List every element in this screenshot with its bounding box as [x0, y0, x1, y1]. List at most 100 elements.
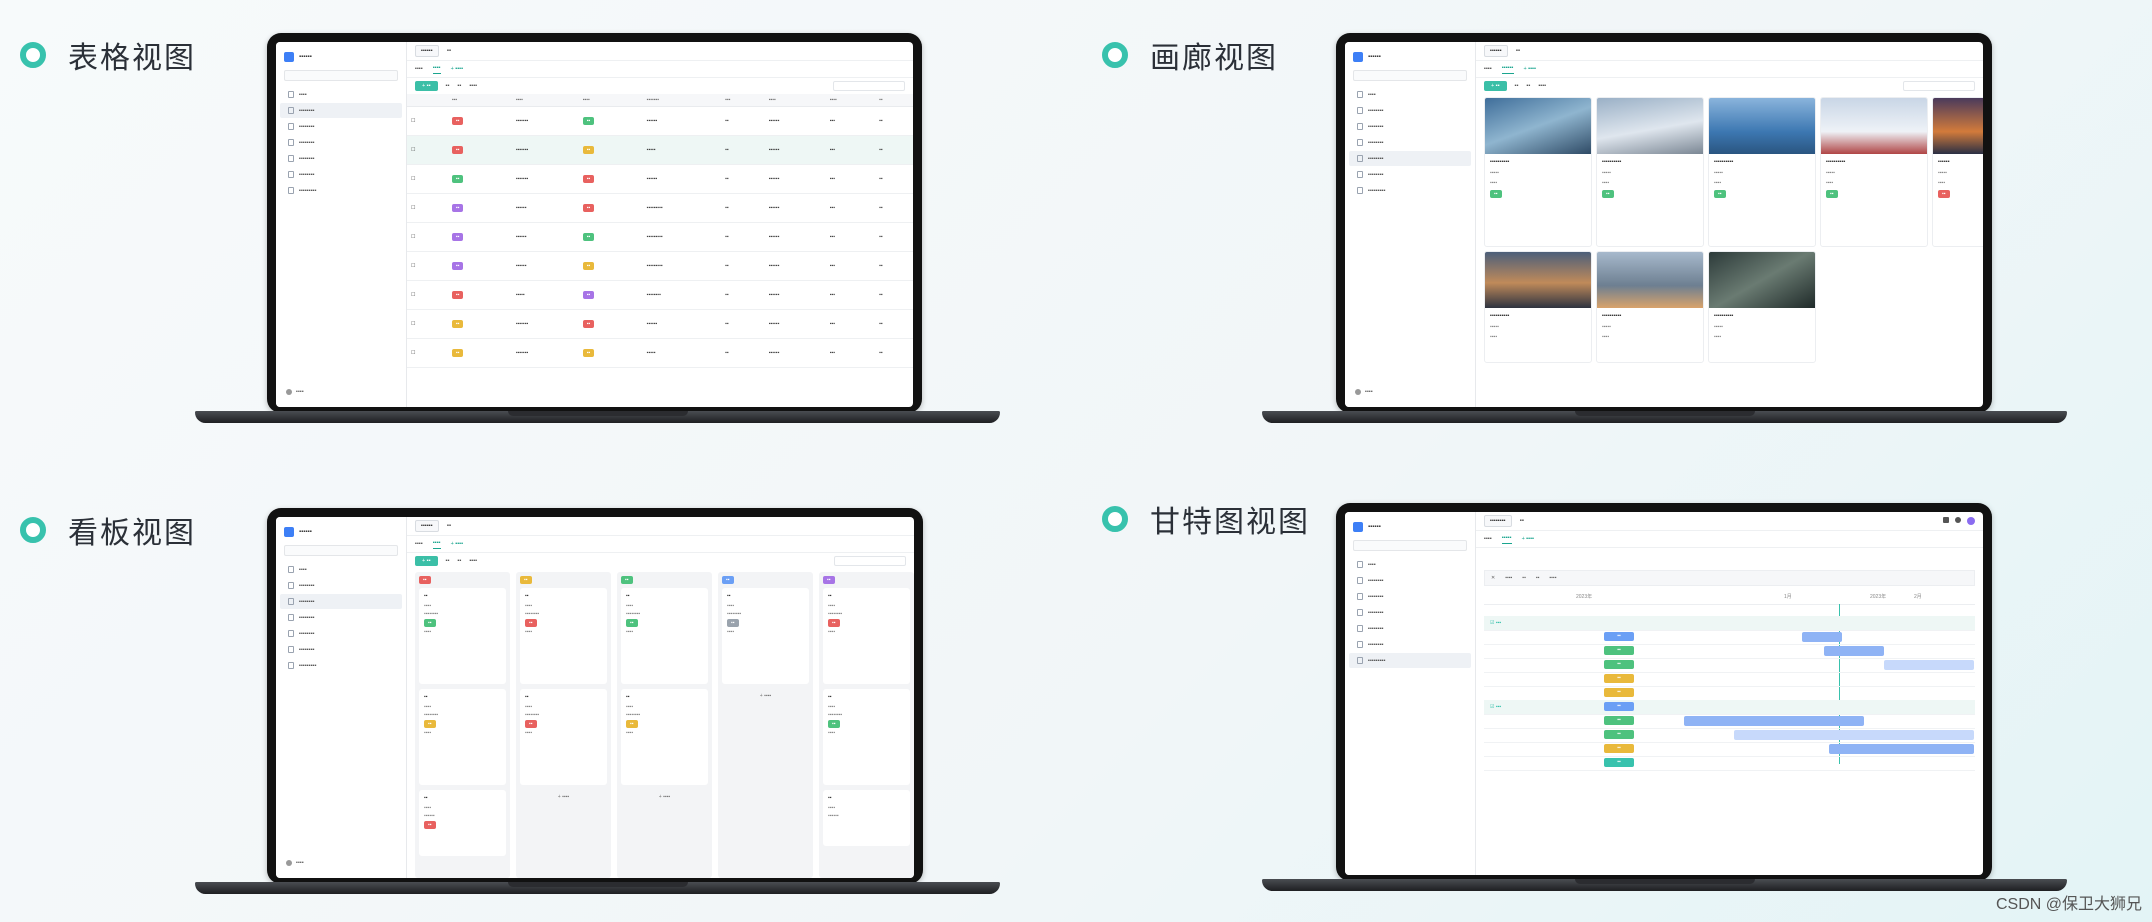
sidebar-item[interactable]: ▪▪▪▪▪▪▪▪ [1349, 167, 1471, 182]
share-button[interactable]: ▪▪ [447, 48, 451, 54]
group-button[interactable]: ▪▪▪▪ [469, 83, 477, 89]
close-icon[interactable]: ✕ [1491, 575, 1495, 581]
gantt-row[interactable]: ▪▪ [1484, 658, 1975, 673]
gantt-row[interactable]: ▪▪ [1484, 686, 1975, 701]
add-view-tab[interactable]: + ▪▪▪▪ [451, 541, 464, 547]
sidebar-footer[interactable]: ▪▪▪▪ [286, 860, 304, 866]
table-row[interactable]: ☐▪▪▪▪▪▪▪▪▪▪▪▪▪▪▪▪▪▪▪▪▪▪▪▪▪▪▪▪▪▪ [407, 164, 913, 194]
sidebar-item[interactable]: ▪▪▪▪▪▪▪▪ [1349, 103, 1471, 118]
sidebar-item[interactable]: ▪▪▪▪▪▪▪▪ [1349, 605, 1471, 620]
kanban-card[interactable]: ▪▪ ▪▪▪▪ ▪▪▪▪▪▪▪▪ ▪▪ ▪▪▪▪ [419, 689, 506, 785]
view-switcher[interactable]: ▪▪▪▪▪▪ [1484, 45, 1508, 57]
gantt-row[interactable]: ▪▪ [1484, 672, 1975, 687]
tab-active[interactable]: ▪▪▪▪ [432, 540, 441, 549]
sidebar-footer[interactable]: ▪▪▪▪ [1355, 389, 1373, 395]
sidebar-search-input[interactable] [284, 545, 398, 556]
add-view-tab[interactable]: + ▪▪▪▪ [451, 66, 464, 72]
sidebar-search-input[interactable] [1353, 70, 1467, 81]
kanban-card[interactable]: ▪▪ ▪▪▪▪ ▪▪▪▪▪▪▪▪ ▪▪ ▪▪▪▪ [823, 689, 910, 785]
sidebar-item[interactable]: ▪▪▪▪ [1349, 87, 1471, 102]
sidebar-item[interactable]: ▪▪▪▪▪▪▪▪ [280, 151, 402, 166]
add-view-tab[interactable]: + ▪▪▪▪ [1524, 66, 1537, 72]
sidebar-item[interactable]: ▪▪▪▪▪▪▪▪ [280, 626, 402, 641]
sidebar-item[interactable]: ▪▪▪▪▪▪▪▪ [280, 594, 402, 609]
sidebar-item[interactable]: ▪▪▪▪▪▪▪▪ [1349, 589, 1471, 604]
gallery-card[interactable]: ▪▪▪▪▪▪▪▪▪▪ ▪▪▪▪▪ ▪▪▪▪ ▪▪ [1596, 97, 1704, 247]
table-row[interactable]: ☐ ▪▪ ▪▪▪▪▪▪▪ ▪▪ ▪▪▪▪▪ ▪▪ ▪▪▪▪▪▪ ▪▪▪ ▪▪ [407, 135, 913, 165]
kanban-card[interactable]: ▪▪ ▪▪▪▪ ▪▪▪▪▪▪ [823, 790, 910, 846]
tab[interactable]: ▪▪▪▪ [415, 66, 423, 72]
kanban-card[interactable]: ▪▪ ▪▪▪▪ ▪▪▪▪▪▪▪▪ ▪▪ ▪▪▪▪ [823, 588, 910, 684]
gantt-row[interactable]: ▪▪ [1484, 714, 1975, 729]
filter-button[interactable]: ▪▪ [446, 558, 450, 564]
sidebar-search-input[interactable] [284, 70, 398, 81]
gallery-card[interactable]: ▪▪▪▪▪▪▪▪▪▪ ▪▪▪▪▪ ▪▪▪▪ ▪▪ [1708, 97, 1816, 247]
help-icon[interactable] [1955, 517, 1961, 523]
group-button[interactable]: ▪▪▪▪ [1538, 83, 1546, 89]
sidebar-item[interactable]: ▪▪▪▪▪▪▪▪ [280, 119, 402, 134]
table-row[interactable]: ☐▪▪▪▪▪▪▪▪▪▪▪▪▪▪▪▪▪▪▪▪▪▪▪▪▪▪▪▪▪▪ [407, 106, 913, 136]
sidebar-item[interactable]: ▪▪▪▪▪▪▪▪ [280, 135, 402, 150]
view-switcher[interactable]: ▪▪▪▪▪▪▪▪ [1484, 515, 1512, 527]
filter-button[interactable]: ▪▪ [446, 83, 450, 89]
kanban-card[interactable]: ▪▪ ▪▪▪▪ ▪▪▪▪▪▪▪▪ ▪▪ ▪▪▪▪ [722, 588, 809, 684]
sort-button[interactable]: ▪▪ [1527, 83, 1531, 89]
gallery-card[interactable]: ▪▪▪▪▪▪ ▪▪▪▪▪ ▪▪▪▪ ▪▪ [1932, 97, 1983, 247]
table-row[interactable]: ☐ ▪▪ ▪▪▪▪▪▪ ▪▪ ▪▪▪▪▪▪▪▪▪ ▪▪ ▪▪▪▪▪▪ ▪▪▪ ▪▪ [407, 222, 913, 252]
view-switcher[interactable]: ▪▪▪▪▪▪ [415, 520, 439, 532]
kanban-card[interactable]: ▪▪ ▪▪▪▪ ▪▪▪▪▪▪▪▪ ▪▪ ▪▪▪▪ [621, 689, 708, 785]
kanban-card[interactable]: ▪▪ ▪▪▪▪ ▪▪▪▪▪▪▪▪ ▪▪ ▪▪▪▪ [621, 588, 708, 684]
sidebar-item[interactable]: ▪▪▪▪▪▪▪▪ [1349, 135, 1471, 150]
sidebar-item[interactable]: ▪▪▪▪▪▪▪▪ [1349, 637, 1471, 652]
gantt-group-row[interactable]: ☑ ▪▪▪ ▪▪ [1484, 700, 1975, 715]
kanban-card[interactable]: ▪▪ ▪▪▪▪ ▪▪▪▪▪▪ ▪▪ [419, 790, 506, 856]
table-row[interactable]: ☐ ▪▪ ▪▪▪▪▪▪▪ ▪▪ ▪▪▪▪▪ ▪▪ ▪▪▪▪▪▪ ▪▪▪ ▪▪ [407, 338, 913, 368]
gantt-group-row[interactable]: ☑ ▪▪▪ [1484, 616, 1975, 631]
table-row[interactable]: ☐ ▪▪ ▪▪▪▪▪▪ ▪▪ ▪▪▪▪▪▪▪▪▪ ▪▪ ▪▪▪▪▪▪ ▪▪▪ ▪▪ [407, 193, 913, 223]
sidebar-item[interactable]: ▪▪▪▪▪▪▪▪ [280, 610, 402, 625]
share-button[interactable]: ▪▪ [447, 523, 451, 529]
gallery-card[interactable]: ▪▪▪▪▪▪▪▪▪▪ ▪▪▪▪▪ ▪▪▪▪ ▪▪ [1484, 97, 1592, 247]
sidebar-item[interactable]: ▪▪▪▪ [1349, 557, 1471, 572]
sort-button[interactable]: ▪▪ [458, 558, 462, 564]
group-button[interactable]: ▪▪▪▪ [469, 558, 477, 564]
kanban-card[interactable]: ▪▪ ▪▪▪▪ ▪▪▪▪▪▪▪▪ ▪▪ ▪▪▪▪ [419, 588, 506, 684]
add-card-button[interactable]: + ▪▪▪▪ [722, 689, 809, 703]
sidebar-item[interactable]: ▪▪▪▪▪▪▪▪▪ [1349, 183, 1471, 198]
sidebar-item[interactable]: ▪▪▪▪▪▪▪▪ [280, 578, 402, 593]
sidebar-item[interactable]: ▪▪▪▪▪▪▪▪ [1349, 621, 1471, 636]
gantt-row[interactable]: ▪▪ [1484, 630, 1975, 645]
sidebar-item[interactable]: ▪▪▪▪▪▪▪▪▪ [1349, 653, 1471, 668]
notification-icon[interactable] [1943, 517, 1949, 523]
sidebar-item[interactable]: ▪▪▪▪▪▪▪▪▪ [280, 183, 402, 198]
kanban-card[interactable]: ▪▪ ▪▪▪▪ ▪▪▪▪▪▪▪▪ ▪▪ ▪▪▪▪ [520, 689, 607, 785]
sidebar-item[interactable]: ▪▪▪▪▪▪▪▪▪ [280, 658, 402, 673]
sort-button[interactable]: ▪▪ [458, 83, 462, 89]
tab-active[interactable]: ▪▪▪▪▪ [1501, 535, 1512, 544]
gantt-row[interactable]: ▪▪ [1484, 756, 1975, 771]
sidebar-item[interactable]: ▪▪▪▪▪▪▪▪ [1349, 119, 1471, 134]
table-row[interactable]: ☐▪▪▪▪▪▪▪▪▪▪▪▪▪▪▪▪▪▪▪▪▪▪▪▪▪▪▪▪▪▪ [407, 309, 913, 339]
gantt-row[interactable]: ▪▪ [1484, 644, 1975, 659]
avatar[interactable] [1967, 517, 1975, 525]
add-record-button[interactable]: + ▪▪ [1484, 81, 1507, 91]
share-button[interactable]: ▪▪ [1520, 518, 1524, 524]
table-row[interactable]: ☐ ▪▪ ▪▪▪▪▪▪ ▪▪ ▪▪▪▪▪▪▪▪▪ ▪▪ ▪▪▪▪▪▪ ▪▪▪ ▪▪ [407, 251, 913, 281]
gallery-card[interactable]: ▪▪▪▪▪▪▪▪▪▪ ▪▪▪▪▪ ▪▪▪▪ ▪▪ [1820, 97, 1928, 247]
gallery-card[interactable]: ▪▪▪▪▪▪▪▪▪▪ ▪▪▪▪▪ ▪▪▪▪ [1484, 251, 1592, 363]
sidebar-item[interactable]: ▪▪▪▪▪▪▪▪ [1349, 573, 1471, 588]
add-record-button[interactable]: + ▪▪ [415, 81, 438, 91]
share-button[interactable]: ▪▪ [1516, 48, 1520, 54]
sidebar-item[interactable]: ▪▪▪▪▪▪▪▪ [1349, 151, 1471, 166]
add-card-button[interactable]: + ▪▪▪▪ [621, 790, 708, 804]
add-view-tab[interactable]: + ▪▪▪▪ [1522, 536, 1535, 542]
sidebar-item[interactable]: ▪▪▪▪▪▪▪▪ [280, 103, 402, 118]
sidebar-item[interactable]: ▪▪▪▪▪▪▪▪ [280, 167, 402, 182]
gantt-row[interactable]: ▪▪ [1484, 728, 1975, 743]
tab[interactable]: ▪▪▪▪ [415, 541, 423, 547]
gallery-card[interactable]: ▪▪▪▪▪▪▪▪▪▪ ▪▪▪▪▪ ▪▪▪▪ [1708, 251, 1816, 363]
filter-button[interactable]: ▪▪ [1515, 83, 1519, 89]
kanban-card[interactable]: ▪▪ ▪▪▪▪ ▪▪▪▪▪▪▪▪ ▪▪ ▪▪▪▪ [520, 588, 607, 684]
sidebar-item[interactable]: ▪▪▪▪▪▪▪▪ [280, 642, 402, 657]
tab[interactable]: ▪▪▪▪ [1484, 66, 1492, 72]
